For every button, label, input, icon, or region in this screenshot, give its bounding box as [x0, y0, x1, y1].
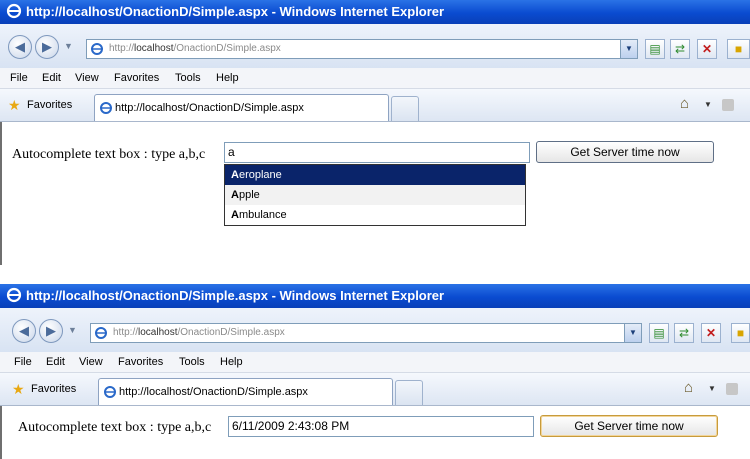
- page-icon: [100, 102, 112, 114]
- stop-icon[interactable]: ✕: [701, 323, 721, 343]
- ie-icon: [6, 3, 22, 19]
- menu-tools[interactable]: Tools: [179, 356, 205, 368]
- back-icon[interactable]: ◀: [8, 35, 32, 59]
- favorites-star-icon[interactable]: ★: [8, 97, 21, 114]
- stop-icon[interactable]: ✕: [697, 39, 717, 59]
- address-bar[interactable]: http://localhost/OnactionD/Simple.aspx ▼: [86, 39, 638, 59]
- favorites-bar: ★ Favorites http://localhost/OnactionD/S…: [0, 89, 750, 122]
- menu-favorites[interactable]: Favorites: [118, 356, 163, 368]
- recent-pages-dropdown[interactable]: ▼: [64, 41, 73, 51]
- tab-label: http://localhost/OnactionD/Simple.aspx: [115, 102, 304, 114]
- compat-icon[interactable]: ▤: [649, 323, 669, 343]
- menu-file[interactable]: File: [14, 356, 32, 368]
- window-title: http://localhost/OnactionD/Simple.aspx -…: [26, 288, 445, 303]
- menu-help[interactable]: Help: [216, 72, 239, 84]
- menu-file[interactable]: File: [10, 72, 28, 84]
- menu-edit[interactable]: Edit: [46, 356, 65, 368]
- menu-edit[interactable]: Edit: [42, 72, 61, 84]
- get-server-time-button[interactable]: Get Server time now: [540, 415, 718, 437]
- tab-label: http://localhost/OnactionD/Simple.aspx: [119, 386, 308, 398]
- new-tab-button[interactable]: [391, 96, 419, 121]
- page-icon: [91, 43, 103, 55]
- browser-tab[interactable]: http://localhost/OnactionD/Simple.aspx: [94, 94, 389, 121]
- compat-icon[interactable]: ▤: [645, 39, 665, 59]
- forward-icon[interactable]: ▶: [35, 35, 59, 59]
- menu-view[interactable]: View: [79, 356, 103, 368]
- autocomplete-label: Autocomplete text box : type a,b,c: [12, 147, 206, 162]
- menu-bar: File Edit View Favorites Tools Help: [0, 68, 750, 89]
- live-search-icon[interactable]: ■: [731, 323, 750, 343]
- address-dropdown-icon[interactable]: ▼: [620, 40, 637, 58]
- screenshot-autocomplete-open: http://localhost/OnactionD/Simple.aspx -…: [0, 0, 750, 265]
- feed-icon[interactable]: [722, 99, 734, 111]
- new-tab-button[interactable]: [395, 380, 423, 405]
- home-icon[interactable]: ⌂: [684, 379, 693, 396]
- screenshot-server-time: http://localhost/OnactionD/Simple.aspx -…: [0, 284, 750, 459]
- menu-view[interactable]: View: [75, 72, 99, 84]
- page-icon: [104, 386, 116, 398]
- suggestion-ambulance[interactable]: Ambulance: [225, 205, 525, 225]
- back-icon[interactable]: ◀: [12, 319, 36, 343]
- menu-favorites[interactable]: Favorites: [114, 72, 159, 84]
- favorites-bar: ★ Favorites http://localhost/OnactionD/S…: [0, 373, 750, 406]
- feed-icon[interactable]: [726, 383, 738, 395]
- refresh-icon[interactable]: ⇄: [674, 323, 694, 343]
- menu-help[interactable]: Help: [220, 356, 243, 368]
- ie-icon: [6, 287, 22, 303]
- page-content: Autocomplete text box : type a,b,c 6/11/…: [0, 406, 750, 459]
- autocomplete-label: Autocomplete text box : type a,b,c: [18, 420, 212, 435]
- home-icon[interactable]: ⌂: [680, 95, 689, 112]
- autocomplete-suggestion-list: Aeroplane Apple Ambulance: [224, 164, 526, 226]
- page-icon: [95, 327, 107, 339]
- menu-bar: File Edit View Favorites Tools Help: [0, 352, 750, 373]
- browser-tab[interactable]: http://localhost/OnactionD/Simple.aspx: [98, 378, 393, 405]
- forward-icon[interactable]: ▶: [39, 319, 63, 343]
- recent-pages-dropdown[interactable]: ▼: [68, 325, 77, 335]
- address-url: http://localhost/OnactionD/Simple.aspx: [109, 43, 281, 54]
- navigation-bar: ◀ ▶ ▼ http://localhost/OnactionD/Simple.…: [0, 24, 750, 68]
- address-url: http://localhost/OnactionD/Simple.aspx: [113, 327, 285, 338]
- favorites-star-icon[interactable]: ★: [12, 381, 25, 398]
- refresh-icon[interactable]: ⇄: [670, 39, 690, 59]
- address-dropdown-icon[interactable]: ▼: [624, 324, 641, 342]
- autocomplete-input[interactable]: 6/11/2009 2:43:08 PM: [228, 416, 534, 437]
- menu-tools[interactable]: Tools: [175, 72, 201, 84]
- home-dropdown-icon[interactable]: ▼: [704, 100, 712, 109]
- window-title: http://localhost/OnactionD/Simple.aspx -…: [26, 4, 445, 19]
- live-search-icon[interactable]: ■: [727, 39, 750, 59]
- favorites-button[interactable]: Favorites: [27, 99, 72, 111]
- get-server-time-button[interactable]: Get Server time now: [536, 141, 714, 163]
- autocomplete-input[interactable]: a: [224, 142, 530, 163]
- home-dropdown-icon[interactable]: ▼: [708, 384, 716, 393]
- navigation-bar: ◀ ▶ ▼ http://localhost/OnactionD/Simple.…: [0, 308, 750, 352]
- window-titlebar: http://localhost/OnactionD/Simple.aspx -…: [0, 0, 750, 24]
- address-bar[interactable]: http://localhost/OnactionD/Simple.aspx ▼: [90, 323, 642, 343]
- suggestion-aeroplane[interactable]: Aeroplane: [225, 165, 525, 185]
- window-titlebar: http://localhost/OnactionD/Simple.aspx -…: [0, 284, 750, 308]
- favorites-button[interactable]: Favorites: [31, 383, 76, 395]
- suggestion-apple[interactable]: Apple: [225, 185, 525, 205]
- page-content: Autocomplete text box : type a,b,c a Get…: [0, 122, 750, 265]
